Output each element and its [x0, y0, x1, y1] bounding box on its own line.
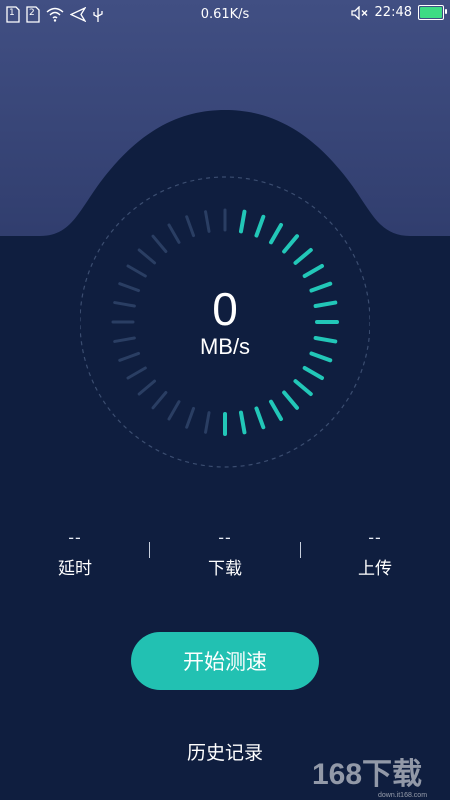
gauge-tick: [238, 209, 247, 234]
gauge-tick: [302, 264, 324, 278]
stat-divider: [149, 542, 150, 558]
upload-value: --: [368, 528, 382, 547]
mute-icon: [350, 5, 368, 20]
gauge-tick: [254, 214, 266, 238]
gauge-tick: [282, 390, 299, 410]
gauge-tick: [302, 366, 324, 380]
stat-download: -- 下载: [150, 528, 300, 579]
gauge-tick: [126, 264, 147, 278]
watermark-url: down.it168.com: [378, 792, 427, 799]
gauge-tick: [137, 379, 157, 396]
upload-label: 上传: [358, 559, 392, 579]
watermark-logo: 168下载 down.it168.com: [312, 758, 427, 799]
download-value: --: [218, 528, 232, 547]
latency-value: --: [68, 528, 82, 547]
gauge-tick: [269, 223, 283, 245]
stat-upload: -- 上传: [300, 528, 450, 579]
latency-label: 延时: [58, 559, 92, 579]
gauge-tick: [282, 234, 299, 254]
gauge-tick: [185, 406, 196, 429]
stat-latency: -- 延时: [0, 528, 150, 579]
gauge-tick: [167, 223, 181, 244]
gauge-tick: [254, 406, 266, 430]
status-icons-right: 22:48: [350, 5, 447, 20]
gauge-tick: [137, 248, 157, 265]
gauge-tick: [151, 390, 168, 410]
gauge-tick: [204, 411, 211, 434]
speed-value: 0: [212, 283, 238, 335]
battery-icon: [418, 5, 447, 20]
status-bar: 1 2 0.61K/s 22:48: [0, 0, 450, 30]
gauge-tick: [151, 234, 168, 254]
start-test-button[interactable]: 开始测速: [131, 632, 319, 690]
stat-divider: [300, 542, 301, 558]
gauge-tick: [269, 399, 283, 421]
gauge-tick: [238, 410, 247, 435]
speed-unit: MB/s: [199, 334, 251, 359]
gauge-tick: [293, 379, 313, 396]
gauge-tick: [126, 366, 147, 380]
gauge-tick: [185, 215, 196, 238]
gauge-tick: [167, 400, 181, 421]
gauge-tick: [204, 210, 211, 233]
clock: 22:48: [374, 5, 412, 20]
download-label: 下载: [208, 559, 242, 579]
watermark-brand: 168下载: [312, 758, 422, 791]
stats-row: -- 延时 -- 下载 -- 上传: [0, 528, 450, 588]
gauge-tick: [293, 248, 313, 265]
